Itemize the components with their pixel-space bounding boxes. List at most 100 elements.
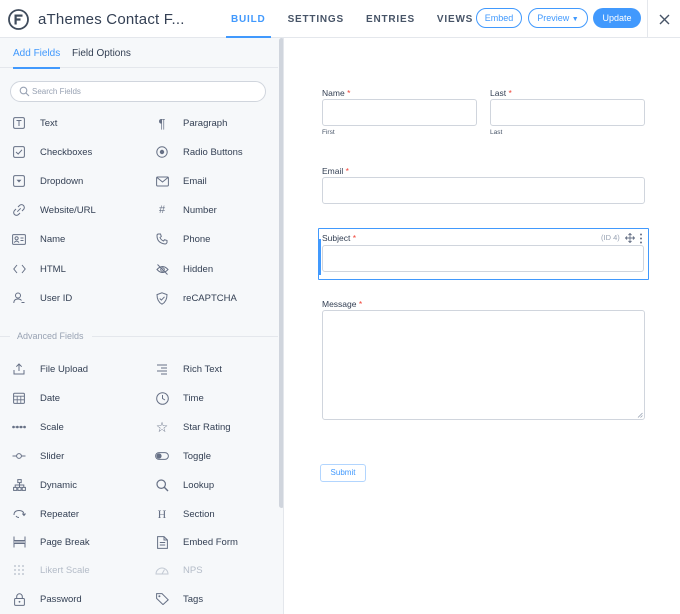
- field-slider[interactable]: Slider: [12, 446, 64, 466]
- subject-label: Subject *: [322, 233, 356, 243]
- first-sublabel: First: [322, 129, 335, 136]
- first-name-input[interactable]: [322, 99, 477, 126]
- field-label: Likert Scale: [40, 564, 90, 576]
- field-label: Dropdown: [40, 175, 84, 187]
- field-scale[interactable]: Scale: [12, 417, 64, 437]
- id-card-icon: [12, 232, 26, 246]
- field-recaptcha[interactable]: reCAPTCHA: [155, 288, 237, 308]
- field-rich-text[interactable]: Rich Text: [155, 359, 222, 379]
- field-likert-scale[interactable]: Likert Scale: [12, 560, 90, 580]
- sidebar-scrollbar[interactable]: [279, 38, 283, 508]
- tab-add-fields[interactable]: Add Fields: [13, 48, 61, 69]
- subject-input[interactable]: [322, 245, 644, 272]
- embed-button[interactable]: Embed: [476, 8, 522, 28]
- user-icon: [12, 291, 26, 305]
- hash-icon: #: [158, 204, 166, 216]
- preview-button[interactable]: Preview ▼: [528, 8, 588, 28]
- field-user-id[interactable]: User ID: [12, 288, 72, 308]
- label-text: Email: [322, 166, 344, 176]
- more-options-icon[interactable]: [639, 233, 643, 244]
- move-icon[interactable]: [625, 233, 635, 243]
- tab-entries[interactable]: ENTRIES: [361, 0, 420, 38]
- field-label: Website/URL: [40, 204, 96, 216]
- field-label: Slider: [40, 450, 65, 462]
- field-file-upload[interactable]: File Upload: [12, 359, 88, 379]
- field-website-url[interactable]: Website/URL: [12, 200, 96, 220]
- field-html[interactable]: HTML: [12, 259, 66, 279]
- field-dropdown[interactable]: Dropdown: [12, 171, 83, 191]
- formidable-logo-icon[interactable]: [8, 9, 29, 30]
- search-icon: [19, 86, 30, 97]
- field-repeater[interactable]: Repeater: [12, 504, 79, 524]
- field-label: Hidden: [183, 263, 214, 275]
- field-nps[interactable]: NPS: [155, 560, 203, 580]
- update-button[interactable]: Update: [593, 8, 641, 28]
- close-button[interactable]: [647, 0, 680, 38]
- last-sublabel: Last: [490, 129, 503, 136]
- gauge-icon: [155, 563, 169, 577]
- email-input[interactable]: [322, 177, 645, 204]
- tab-field-options[interactable]: Field Options: [72, 48, 131, 59]
- magnifier-icon: [155, 478, 169, 492]
- field-text[interactable]: Text: [12, 113, 57, 133]
- label-text: Name: [322, 88, 345, 98]
- upload-icon: [12, 362, 26, 376]
- field-name[interactable]: Name: [12, 229, 65, 249]
- tag-icon: [155, 592, 169, 606]
- fields-sidebar: Add Fields Field Options Text ¶ Paragrap…: [0, 38, 284, 614]
- field-label: Radio Buttons: [183, 146, 243, 158]
- field-password[interactable]: Password: [12, 589, 82, 609]
- submit-button[interactable]: Submit: [320, 464, 366, 482]
- required-mark: *: [347, 88, 351, 98]
- tab-build[interactable]: BUILD: [226, 0, 271, 38]
- field-section[interactable]: H Section: [155, 504, 215, 524]
- tab-views[interactable]: VIEWS: [432, 0, 478, 38]
- label-text: Message: [322, 299, 357, 309]
- last-name-input[interactable]: [490, 99, 645, 126]
- text-field-icon: [12, 116, 26, 130]
- field-label: Section: [183, 508, 215, 520]
- dots-scale-icon: [12, 420, 26, 434]
- toggle-icon: [155, 449, 169, 463]
- field-label: Embed Form: [183, 536, 238, 548]
- search-input[interactable]: [32, 84, 252, 99]
- field-email[interactable]: Email: [155, 171, 207, 191]
- search-fields[interactable]: [10, 81, 266, 102]
- form-title[interactable]: aThemes Contact F...: [38, 11, 185, 28]
- message-label: Message *: [322, 299, 362, 309]
- field-dynamic[interactable]: Dynamic: [12, 475, 77, 495]
- close-icon: [659, 14, 669, 24]
- field-hidden[interactable]: Hidden: [155, 259, 213, 279]
- field-label: Checkboxes: [40, 146, 93, 158]
- field-number[interactable]: # Number: [155, 200, 217, 220]
- field-checkboxes[interactable]: Checkboxes: [12, 142, 92, 162]
- field-label: Password: [40, 593, 82, 605]
- field-label: Star Rating: [183, 421, 231, 433]
- paragraph-icon: ¶: [158, 115, 166, 131]
- field-date[interactable]: Date: [12, 388, 60, 408]
- message-textarea[interactable]: [322, 310, 645, 420]
- sidebar-tabs: Add Fields Field Options: [0, 38, 278, 69]
- field-label: Name: [40, 233, 66, 245]
- field-page-break[interactable]: Page Break: [12, 532, 90, 552]
- field-star-rating[interactable]: ☆ Star Rating: [155, 417, 231, 437]
- required-mark: *: [358, 299, 363, 309]
- tab-settings[interactable]: SETTINGS: [283, 0, 349, 38]
- field-embed-form[interactable]: Embed Form: [155, 532, 238, 552]
- selected-subject-field[interactable]: Subject * (ID 4): [318, 228, 649, 280]
- field-radio-buttons[interactable]: Radio Buttons: [155, 142, 243, 162]
- field-time[interactable]: Time: [155, 388, 204, 408]
- page-break-icon: [12, 535, 26, 549]
- field-lookup[interactable]: Lookup: [155, 475, 214, 495]
- field-paragraph[interactable]: ¶ Paragraph: [155, 113, 228, 133]
- field-id-label: (ID 4): [601, 233, 620, 242]
- field-label: Paragraph: [183, 117, 228, 129]
- resize-handle-icon[interactable]: [637, 412, 643, 418]
- field-label: Email: [183, 175, 207, 187]
- field-tags[interactable]: Tags: [155, 589, 203, 609]
- envelope-icon: [155, 174, 169, 188]
- field-toggle[interactable]: Toggle: [155, 446, 211, 466]
- field-label: Dynamic: [40, 479, 77, 491]
- field-phone[interactable]: Phone: [155, 229, 210, 249]
- lock-icon: [12, 592, 26, 606]
